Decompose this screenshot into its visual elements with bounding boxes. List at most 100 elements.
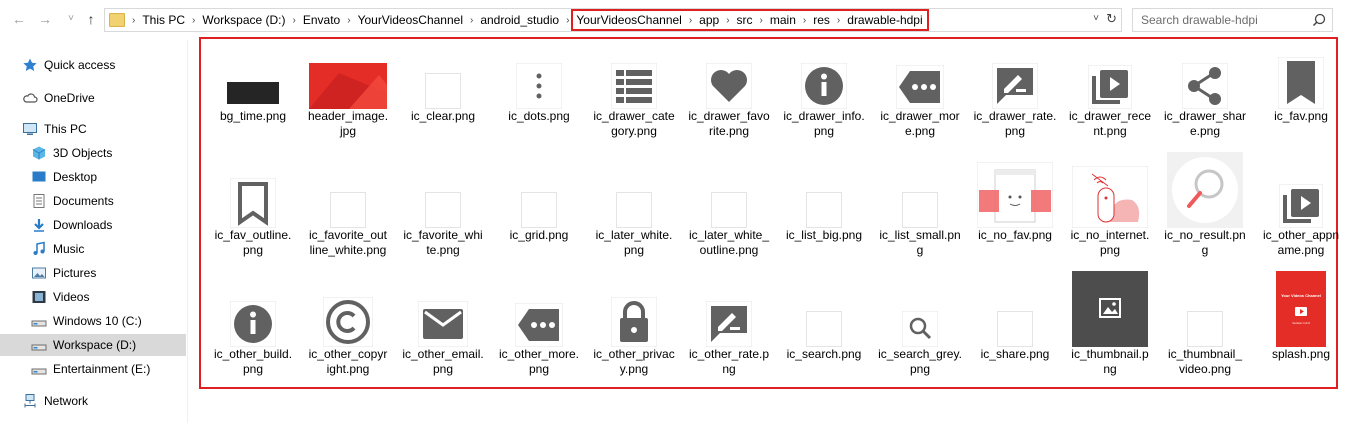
breadcrumb-item[interactable]: main xyxy=(770,13,796,27)
recent-locations-button[interactable]: ˅ xyxy=(62,10,80,28)
sidebar-item-videos[interactable]: Videos xyxy=(0,286,186,308)
breadcrumb-item[interactable]: YourVideosChannel xyxy=(576,13,681,27)
file-item[interactable]: ic_other_more. png xyxy=(491,268,587,376)
videos-icon xyxy=(31,289,47,305)
file-name-line: ic_search_grey. xyxy=(878,347,962,361)
breadcrumb-item[interactable]: app xyxy=(699,13,719,27)
file-item[interactable]: ic_dots.png xyxy=(491,47,587,147)
file-name-line: png xyxy=(432,362,454,376)
breadcrumb-separator-icon[interactable]: › xyxy=(470,15,473,26)
breadcrumb-item[interactable]: src xyxy=(737,13,753,27)
file-item[interactable]: header_image. jpg xyxy=(300,47,396,147)
file-name-line: ng xyxy=(722,362,736,376)
file-grid: bg_time.png header_image. jpg ic_clear.png i… xyxy=(199,37,1339,389)
file-name: ic_dots.png xyxy=(491,109,587,124)
file-item[interactable]: ic_other_privac y.png xyxy=(586,268,682,376)
file-item[interactable]: ic_drawer_rece nt.png xyxy=(1062,47,1158,147)
file-item[interactable]: ic_drawer_mor e.png xyxy=(872,47,968,147)
forward-button[interactable]: → xyxy=(36,10,54,28)
file-name-line: ic_clear.png xyxy=(410,109,476,123)
blank-image-icon xyxy=(1187,311,1223,347)
sidebar-item-music[interactable]: Music xyxy=(0,238,186,260)
file-item[interactable]: Your Videos Channel Version 1.0.0 splash.p… xyxy=(1253,268,1347,376)
sidebar-item-desktop[interactable]: Desktop xyxy=(0,166,186,188)
file-item[interactable]: ic_no_result.pn g xyxy=(1157,151,1253,263)
search-input[interactable]: Search drawable-hdpi xyxy=(1141,13,1258,27)
file-item[interactable]: ic_drawer_shar e.png xyxy=(1157,47,1253,147)
file-item[interactable]: ic_search.png xyxy=(776,268,872,376)
search-box[interactable]: Search drawable-hdpi xyxy=(1132,8,1333,32)
breadcrumb-item[interactable]: res xyxy=(813,13,830,27)
sidebar-item-3d-objects[interactable]: 3D Objects xyxy=(0,142,186,164)
file-name-line: ic_search.png xyxy=(786,347,862,361)
back-button[interactable]: ← xyxy=(10,10,28,28)
breadcrumb-separator-icon[interactable]: › xyxy=(132,15,135,26)
file-name: ic_fav_outline. png xyxy=(205,228,301,258)
pictures-icon xyxy=(31,265,47,281)
sidebar-item-pictures[interactable]: Pictures xyxy=(0,262,186,284)
file-item[interactable]: ic_drawer_cate gory.png xyxy=(586,47,682,147)
file-item[interactable]: ic_clear.png xyxy=(395,47,491,147)
file-item[interactable]: ic_other_build. png xyxy=(205,268,301,376)
sidebar-item-documents[interactable]: Documents xyxy=(0,190,186,212)
file-item[interactable]: ic_later_white_ outline.png xyxy=(681,151,777,263)
file-item[interactable]: ic_favorite_out line_white.png xyxy=(300,151,396,263)
sidebar-item-windows-10-c[interactable]: Windows 10 (C:) xyxy=(0,310,186,332)
file-item[interactable]: ic_thumbnail.p ng xyxy=(1062,268,1158,376)
recent-play-icon xyxy=(1088,65,1132,109)
file-item[interactable]: ic_share.png xyxy=(967,268,1063,376)
file-item[interactable]: ic_list_small.pn g xyxy=(872,151,968,263)
file-item[interactable]: ic_list_big.png xyxy=(776,151,872,263)
file-item[interactable]: ic_other_appn ame.png xyxy=(1253,151,1347,263)
breadcrumb-separator-icon[interactable]: › xyxy=(726,15,729,26)
file-name-line: png xyxy=(909,362,931,376)
breadcrumb-item[interactable]: Envato xyxy=(303,13,340,27)
sidebar-item-onedrive[interactable]: OneDrive xyxy=(0,87,186,109)
sidebar-item-quick-access[interactable]: Quick access xyxy=(0,54,186,76)
sidebar-item-downloads[interactable]: Downloads xyxy=(0,214,186,236)
breadcrumb-item[interactable]: This PC xyxy=(142,13,185,27)
sidebar-item-entertainment-e[interactable]: Entertainment (E:) xyxy=(0,358,186,380)
breadcrumb-separator-icon[interactable]: › xyxy=(689,15,692,26)
breadcrumb-separator-icon[interactable]: › xyxy=(803,15,806,26)
file-item[interactable]: ic_grid.png xyxy=(491,151,587,263)
sidebar-item-network[interactable]: Network xyxy=(0,390,186,412)
breadcrumb-separator-icon[interactable]: › xyxy=(837,15,840,26)
file-item[interactable]: ic_drawer_rate. png xyxy=(967,47,1063,147)
sidebar-item-label: Documents xyxy=(53,194,114,208)
breadcrumb-separator-icon[interactable]: › xyxy=(192,15,195,26)
file-item[interactable]: ic_drawer_info. png xyxy=(776,47,872,147)
sidebar-item-workspace-d[interactable]: Workspace (D:) xyxy=(0,334,186,356)
file-item[interactable]: ic_fav.png xyxy=(1253,47,1347,147)
file-item[interactable]: ic_search_grey. png xyxy=(872,268,968,376)
file-name-line: ic_other_privac xyxy=(593,347,675,361)
breadcrumb-item[interactable]: YourVideosChannel xyxy=(358,13,463,27)
breadcrumb-separator-icon[interactable]: › xyxy=(347,15,350,26)
breadcrumb-item[interactable]: Workspace (D:) xyxy=(202,13,285,27)
search-icon[interactable] xyxy=(1312,13,1326,27)
address-bar[interactable]: › This PC › Workspace (D:) › Envato › YourVideo… xyxy=(104,8,1122,32)
breadcrumb-item[interactable]: drawable-hdpi xyxy=(847,13,922,27)
file-item[interactable]: ic_thumbnail_ video.png xyxy=(1157,268,1253,376)
file-item[interactable]: ic_fav_outline. png xyxy=(205,151,301,263)
file-item[interactable]: ic_no_internet. png xyxy=(1062,151,1158,263)
file-name: ic_other_copyr ight.png xyxy=(300,347,396,377)
refresh-button[interactable]: ↻ xyxy=(1106,11,1117,27)
sidebar-item-this-pc[interactable]: This PC xyxy=(0,118,186,140)
breadcrumb-item[interactable]: android_studio xyxy=(480,13,559,27)
file-item[interactable]: ic_other_email. png xyxy=(395,268,491,376)
breadcrumb-separator-icon[interactable]: › xyxy=(760,15,763,26)
file-name: ic_other_privac y.png xyxy=(586,347,682,377)
file-name: bg_time.png xyxy=(205,109,301,124)
file-item[interactable]: ic_favorite_whi te.png xyxy=(395,151,491,263)
file-item[interactable]: bg_time.png xyxy=(205,47,301,147)
up-button[interactable]: ↑ xyxy=(82,10,100,28)
file-item[interactable]: ic_other_rate.p ng xyxy=(681,268,777,376)
file-item[interactable]: ic_no_fav.png xyxy=(967,151,1063,263)
breadcrumb-separator-icon[interactable]: › xyxy=(293,15,296,26)
breadcrumb-separator-icon[interactable]: › xyxy=(566,15,569,26)
file-item[interactable]: ic_other_copyr ight.png xyxy=(300,268,396,376)
address-dropdown-icon[interactable]: ˅ xyxy=(1093,13,1099,24)
file-item[interactable]: ic_later_white. png xyxy=(586,151,682,263)
file-item[interactable]: ic_drawer_favo rite.png xyxy=(681,47,777,147)
